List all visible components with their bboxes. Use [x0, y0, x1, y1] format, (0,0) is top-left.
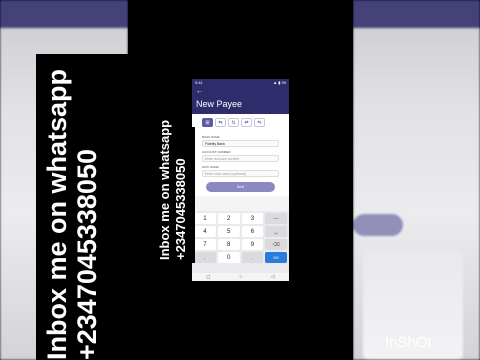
app-bar: ← New Payee	[192, 86, 289, 114]
bank-label: BANK NAME	[202, 135, 220, 139]
page-title: New Payee	[196, 99, 243, 109]
nick-name-field[interactable]: Enter nick name (optional)	[202, 170, 279, 177]
inshot-logo: InShOt	[385, 334, 432, 351]
watermark-small-line1: Inbox me on whatsapp	[157, 119, 172, 260]
next-button[interactable]: Next	[206, 182, 275, 192]
recent-apps-icon[interactable]: ◻	[206, 274, 210, 280]
tab-airtime[interactable]: ⇄	[241, 118, 252, 127]
tab-bank[interactable]: ⊞	[202, 118, 213, 127]
status-icons: ▲ ▮ 99	[273, 80, 286, 85]
arrow-left-icon[interactable]: ←	[196, 88, 285, 96]
watermark-line2: +2347045338050	[72, 149, 102, 360]
status-bar: 9:41 ▲ ▮ 99	[192, 79, 289, 86]
tab-transfer[interactable]: ⇆	[215, 118, 226, 127]
key-0[interactable]: 0	[217, 252, 240, 263]
key-4[interactable]: 4	[194, 226, 216, 237]
key-7[interactable]: 7	[194, 239, 216, 250]
android-nav-bar: ◻ ○ ◁	[192, 273, 289, 281]
key-dash[interactable]: —	[265, 213, 287, 224]
background-header-band	[353, 0, 480, 28]
key-dot[interactable]: .	[241, 252, 264, 263]
background-right-blur	[353, 0, 480, 360]
key-9[interactable]: 9	[241, 239, 264, 250]
tab-bills[interactable]: ⇅	[228, 118, 239, 127]
account-number-field[interactable]: Enter account number	[202, 155, 279, 162]
key-6[interactable]: 6	[241, 226, 264, 237]
key-1[interactable]: 1	[194, 213, 216, 224]
phone-screen: 9:41 ▲ ▮ 99 ← New Payee ⊞ ⇆ ⇅ ⇄ ⇋ BANK N…	[192, 79, 289, 281]
home-icon[interactable]: ○	[239, 274, 242, 280]
tab-other[interactable]: ⇋	[254, 118, 265, 127]
key-space[interactable]: ␣	[265, 226, 287, 237]
key-2[interactable]: 2	[217, 213, 240, 224]
watermark-large: Inbox me on whatsapp +2347045338050	[42, 69, 102, 360]
status-time: 9:41	[195, 80, 203, 85]
watermark-small: Inbox me on whatsapp +2347045338050	[157, 120, 189, 260]
background-button-blur	[353, 214, 403, 236]
watermark-line1: Inbox me on whatsapp	[42, 68, 72, 360]
bank-field[interactable]: Fidelity Bank	[202, 140, 279, 147]
back-nav-icon[interactable]: ◁	[271, 274, 275, 280]
key-8[interactable]: 8	[217, 239, 240, 250]
payee-form: BANK NAME Fidelity Bank ACCOUNT NUMBER E…	[192, 130, 289, 196]
watermark-small-line2: +2347045338050	[173, 158, 188, 260]
key-3[interactable]: 3	[241, 213, 264, 224]
account-label: ACCOUNT NUMBER	[202, 150, 231, 154]
payee-type-tabs: ⊞ ⇆ ⇅ ⇄ ⇋	[192, 114, 289, 130]
nick-label: NICK NAME	[202, 165, 219, 169]
key-comma[interactable]: ,	[194, 252, 216, 263]
numeric-keypad: 1 2 3 — 4 5 6 ␣ 7 8 9 ⌫ , 0 . OK	[192, 211, 289, 281]
key-5[interactable]: 5	[217, 226, 240, 237]
backspace-icon[interactable]: ⌫	[265, 239, 287, 250]
background-header-band	[0, 0, 128, 28]
key-ok[interactable]: OK	[265, 252, 287, 263]
